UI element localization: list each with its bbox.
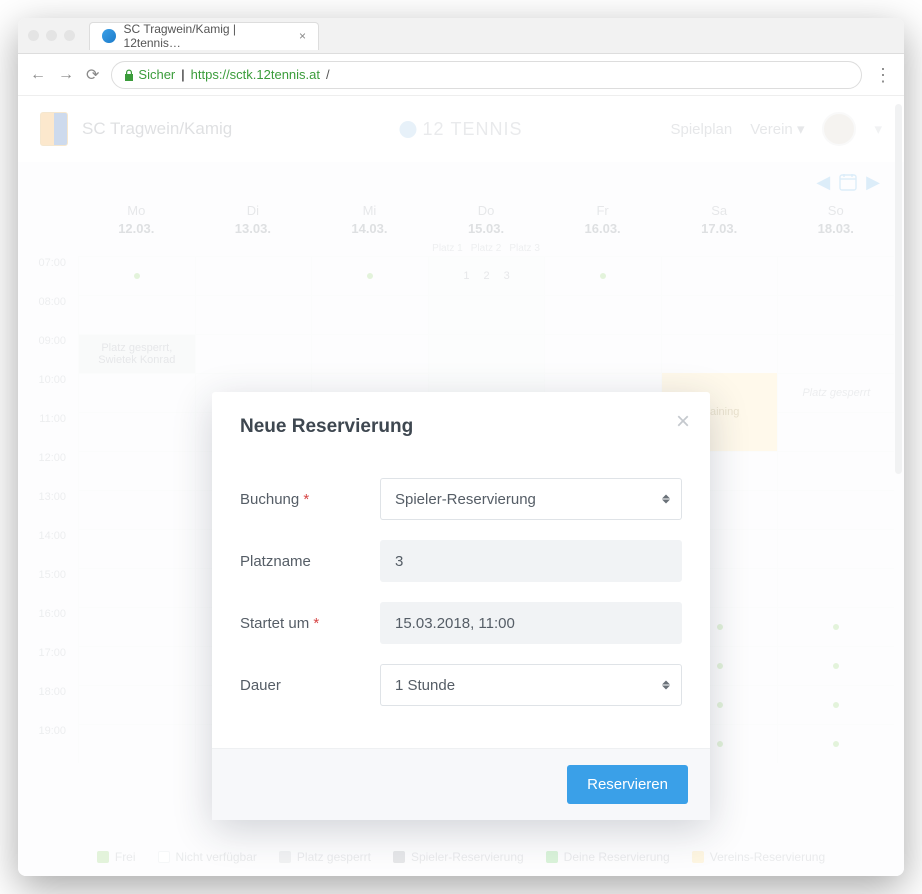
browser-window: SC Tragwein/Kamig | 12tennis… × ← → ⟳ Si… xyxy=(18,18,904,876)
reload-button[interactable]: ⟳ xyxy=(86,65,99,85)
window-maximize[interactable] xyxy=(64,30,75,41)
label-start: Startet um * xyxy=(240,615,380,632)
browser-toolbar: ← → ⟳ Sicher | https://sctk.12tennis.at/… xyxy=(18,54,904,96)
browser-tabstrip: SC Tragwein/Kamig | 12tennis… × xyxy=(18,18,904,54)
court-field: 3 xyxy=(380,540,682,582)
url-host: https://sctk.12tennis.at xyxy=(191,67,320,82)
window-minimize[interactable] xyxy=(46,30,57,41)
new-reservation-modal: × Neue Reservierung Buchung * Spieler-Re… xyxy=(212,392,710,820)
window-close[interactable] xyxy=(28,30,39,41)
modal-title: Neue Reservierung xyxy=(240,416,682,438)
browser-menu-icon[interactable]: ⋮ xyxy=(874,66,892,84)
booking-select[interactable]: Spieler-Reservierung xyxy=(380,478,682,520)
secure-badge: Sicher xyxy=(124,67,175,82)
page-content: SC Tragwein/Kamig 12TENNIS Spielplan Ver… xyxy=(18,96,904,876)
window-controls xyxy=(28,30,75,41)
url-path: / xyxy=(326,67,330,82)
duration-select[interactable]: 1 Stunde xyxy=(380,664,682,706)
tab-title: SC Tragwein/Kamig | 12tennis… xyxy=(124,22,291,50)
reserve-button[interactable]: Reservieren xyxy=(567,765,688,804)
address-bar[interactable]: Sicher | https://sctk.12tennis.at/ xyxy=(111,61,862,89)
start-field: 15.03.2018, 11:00 xyxy=(380,602,682,644)
lock-icon xyxy=(124,69,134,81)
back-button[interactable]: ← xyxy=(30,66,46,84)
label-duration: Dauer xyxy=(240,677,380,694)
secure-label: Sicher xyxy=(138,67,175,82)
label-court: Platzname xyxy=(240,553,380,570)
close-icon[interactable]: × xyxy=(676,410,690,434)
browser-tab[interactable]: SC Tragwein/Kamig | 12tennis… × xyxy=(89,22,319,50)
close-icon[interactable]: × xyxy=(299,29,306,43)
forward-button[interactable]: → xyxy=(58,66,74,84)
label-booking: Buchung * xyxy=(240,491,380,508)
site-favicon xyxy=(102,29,116,43)
